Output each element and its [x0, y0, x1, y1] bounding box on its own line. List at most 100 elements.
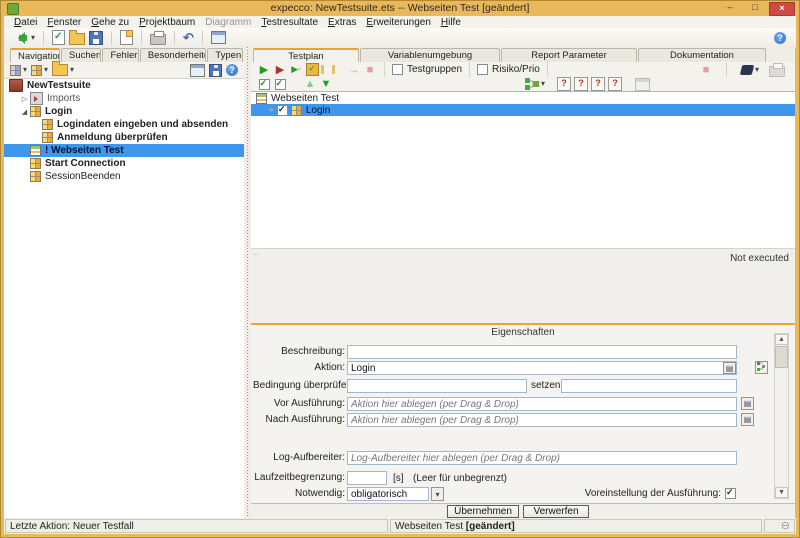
tree-help-button[interactable]: ?	[224, 63, 240, 77]
find-refs-button[interactable]: ?	[608, 77, 623, 91]
properties-scrollbar[interactable]: ▲ ▼	[774, 333, 789, 499]
tree-item-imports[interactable]: ▷ Imports	[4, 92, 244, 105]
new-folder-button[interactable]: ▾	[50, 61, 76, 77]
run-button[interactable]: ▶	[256, 63, 272, 76]
beschreibung-input[interactable]	[347, 345, 737, 359]
tree-item-sessionbeenden[interactable]: SessionBeenden	[4, 170, 244, 183]
testgruppen-checkbox[interactable]	[392, 64, 403, 75]
risiko-toggle[interactable]: Risiko/Prio	[470, 62, 548, 77]
refresh-window-button[interactable]	[209, 30, 228, 45]
tree-item-webseiten-test[interactable]: ! Webseiten Test	[4, 144, 244, 157]
run-selected-button[interactable]: ▶ ▪	[288, 63, 304, 76]
menu-item-projektbaum[interactable]: Projektbaum	[134, 17, 200, 28]
print-report-button[interactable]	[767, 61, 787, 78]
tree-item-start-connection[interactable]: Start Connection	[4, 157, 244, 170]
menu-item-gehe-zu[interactable]: Gehe zu	[86, 17, 134, 28]
new-item-button[interactable]: ▾	[8, 64, 29, 77]
risiko-checkbox[interactable]	[477, 64, 489, 75]
tab-fehler[interactable]: Fehler	[102, 48, 139, 62]
undo-button[interactable]: ↶	[181, 31, 196, 45]
menu-item-fenster[interactable]: Fenster	[42, 17, 86, 28]
tree-item-newtestsuite[interactable]: NewTestsuite	[4, 79, 244, 92]
chevron-down-icon[interactable]: ▾	[541, 80, 545, 88]
tab-typen[interactable]: Typen	[207, 48, 243, 62]
detach-view-button[interactable]	[188, 63, 207, 78]
open-in-window-button[interactable]	[633, 77, 652, 92]
menu-item-erweiterungen[interactable]: Erweiterungen	[361, 17, 435, 28]
move-up-button[interactable]: ▲	[302, 78, 318, 91]
chevron-down-icon[interactable]: ▾	[70, 66, 74, 74]
report-layers-button[interactable]: ▾	[739, 64, 761, 76]
resume-button[interactable]: →	[346, 63, 362, 76]
apply-button[interactable]: Übernehmen	[447, 505, 519, 518]
stop-all-button[interactable]: ■	[698, 63, 714, 76]
chevron-down-icon[interactable]: ▾	[23, 66, 27, 74]
accept-document-button[interactable]: ✓	[50, 29, 67, 46]
print-button[interactable]	[148, 29, 168, 46]
save-button[interactable]	[87, 30, 105, 46]
tab-testplan[interactable]: Testplan	[253, 48, 359, 63]
open-button[interactable]	[67, 29, 87, 46]
expander-expanded-icon[interactable]: ◢	[20, 108, 29, 116]
enable-all-button[interactable]: ✓	[256, 78, 272, 91]
aktion-input[interactable]	[347, 361, 737, 375]
tab-besonderheiten[interactable]: Besonderheiten	[139, 48, 207, 62]
close-button[interactable]: ×	[769, 2, 795, 16]
menu-item-extras[interactable]: Extras	[323, 17, 361, 28]
tab-report-parameter[interactable]: Report Parameter	[501, 48, 637, 62]
move-down-button[interactable]: ▼	[318, 78, 334, 91]
vor-list-button[interactable]: ▤	[741, 397, 754, 410]
step-button[interactable]: ✓	[304, 63, 320, 76]
testgruppen-toggle[interactable]: Testgruppen	[384, 62, 471, 77]
chevron-down-icon[interactable]: ▾	[755, 65, 759, 74]
help-button[interactable]: ?	[772, 31, 788, 45]
chevron-down-icon[interactable]: ▾	[44, 66, 48, 74]
stop-button[interactable]: ■	[362, 63, 378, 76]
voreinstellung-checkbox[interactable]: ✓	[725, 487, 736, 499]
setzen-input[interactable]	[561, 379, 737, 393]
panel-splitter[interactable]	[244, 47, 251, 518]
testplan-item-row[interactable]: ● ✓ Login	[251, 104, 795, 116]
nach-list-button[interactable]: ▤	[741, 413, 754, 426]
aktion-browse-button[interactable]	[755, 361, 768, 374]
scrollbar-thumb[interactable]	[775, 346, 788, 368]
menu-item-datei[interactable]: Datei	[9, 17, 42, 28]
bedingung-input[interactable]	[347, 379, 527, 393]
item-enabled-checkbox[interactable]: ✓	[276, 104, 288, 116]
back-button[interactable]: ▾	[10, 31, 37, 45]
find-usage-button[interactable]: ?	[557, 77, 572, 91]
save-tree-button[interactable]	[207, 63, 224, 78]
vor-ausfuehrung-input[interactable]	[347, 397, 737, 411]
disable-all-button[interactable]: ✓	[272, 78, 288, 91]
tab-variablenumgebung[interactable]: Variablenumgebung	[360, 48, 500, 62]
find-writers-button[interactable]: ?	[574, 77, 589, 91]
pause-button[interactable]	[320, 63, 336, 76]
minimize-button[interactable]: –	[719, 2, 741, 14]
chevron-down-icon[interactable]: ▾	[31, 33, 35, 42]
new-document-button[interactable]	[118, 29, 135, 46]
menu-item-testresultate[interactable]: Testresultate	[256, 17, 323, 28]
menu-item-hilfe[interactable]: Hilfe	[436, 17, 466, 28]
flow-view-button[interactable]: ▾	[523, 77, 547, 91]
testplan-root-row[interactable]: Webseiten Test	[251, 92, 795, 104]
scroll-up-arrow[interactable]: ▲	[775, 334, 788, 345]
tab-suchen[interactable]: Suchen	[61, 48, 102, 62]
scroll-down-arrow[interactable]: ▼	[775, 487, 788, 498]
discard-button[interactable]: Verwerfen	[523, 505, 589, 518]
tree-item-anmeldung-berpr-fen[interactable]: Anmeldung überprüfen	[4, 131, 244, 144]
new-testcase-button[interactable]: ▾	[29, 64, 50, 77]
run-debug-button[interactable]: ▶	[272, 63, 288, 76]
aktion-editor-button[interactable]: ▤	[723, 362, 736, 374]
log-aufbereiter-input[interactable]	[347, 451, 737, 465]
laufzeitbegrenzung-input[interactable]	[347, 471, 387, 485]
expander-collapsed-icon[interactable]: ▷	[20, 95, 29, 103]
nach-ausfuehrung-input[interactable]	[347, 413, 737, 427]
find-readers-button[interactable]: ?	[591, 77, 606, 91]
notwendig-select[interactable]: obligatorisch	[347, 487, 429, 501]
notwendig-dropdown-button[interactable]: ▾	[431, 487, 444, 501]
maximize-button[interactable]: □	[744, 2, 766, 14]
tab-dokumentation[interactable]: Dokumentation	[638, 48, 766, 62]
tree-item-login[interactable]: ◢ Login	[4, 105, 244, 118]
tree-item-logindaten-eingeben-und-absenden[interactable]: Logindaten eingeben und absenden	[4, 118, 244, 131]
resize-grip[interactable]: ⊖	[764, 519, 795, 533]
